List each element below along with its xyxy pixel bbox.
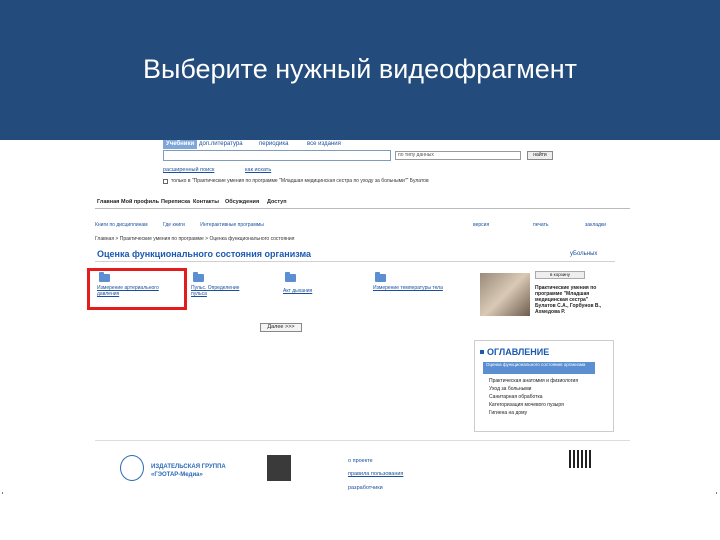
bookmarks-link[interactable]: закладки [585,222,606,228]
geotar-logo-icon [120,455,144,481]
breadcrumb: Главная > Практические умения по програм… [95,236,295,242]
highlight-box [87,268,187,310]
partner-logo-icon [267,455,291,481]
next-button[interactable]: Далее >>> [260,323,302,332]
website-screenshot: Учебники доп.литература периодика все из… [87,140,630,505]
about-link[interactable]: о проекте [348,458,373,464]
version-link[interactable]: версия [473,222,489,228]
add-to-cart-button[interactable]: в корзину [535,271,585,279]
title-divider [95,261,615,262]
toc-item[interactable]: Практическая анатомия и физиология [489,378,609,384]
toc-item[interactable]: Гигиена на дому [489,410,609,416]
slide-banner: Выберите нужный видеофрагмент [0,0,720,140]
toc-item[interactable]: Категоризация мочевого пузыря [489,402,609,408]
publisher-line1: ИЗДАТЕЛЬСКАЯ ГРУППА [151,464,226,470]
sub-nav-where[interactable]: Где книги [163,222,185,228]
book-description: Практические умения по программе "Младша… [535,285,602,315]
footer-divider [95,440,630,441]
publisher-line2: «ГЭОТАР-Медиа» [151,472,203,478]
fragment-temperature[interactable]: Измерение температуры тела [373,285,453,291]
main-nav: Главная Мой профиль Переписка Контакты О… [95,198,630,209]
how-to-search-link[interactable]: как искать [245,167,271,173]
toc-active-item[interactable]: Оценка функционального состояния организ… [483,362,595,374]
nav-profile[interactable]: Мой профиль [121,199,159,205]
toc-bullet-icon [480,350,484,354]
advanced-search-link[interactable]: расширенный поиск [163,167,214,173]
tab-periodicals[interactable]: периодика [259,140,288,149]
nav-contacts[interactable]: Контакты [193,199,219,205]
nav-discussions[interactable]: Обсуждения [225,199,259,205]
folder-icon [193,272,204,282]
sub-nav-interactive[interactable]: Интерактивные программы [200,222,264,228]
tab-extra-literature[interactable]: доп.литература [199,140,243,149]
book-cover-image [480,273,530,316]
toc-item[interactable]: Санитарная обработка [489,394,609,400]
edge-mark [2,492,3,494]
search-type-select[interactable]: по типу данных [395,151,521,160]
nav-home[interactable]: Главная [97,199,119,205]
rules-link[interactable]: правила пользования [348,471,403,477]
slide-title: Выберите нужный видеофрагмент [142,54,578,84]
edge-mark [716,492,717,494]
print-tool-link[interactable]: печать [533,222,549,228]
toc-item[interactable]: Уход за больными [489,386,609,392]
sub-nav: Книги по дисциплинам Где книги Интеракти… [95,222,264,228]
search-input[interactable] [163,150,391,161]
restrict-checkbox[interactable] [163,179,168,184]
find-button[interactable]: найти [527,151,553,160]
print-link[interactable]: уБольных [570,251,597,257]
toc-title: ОГЛАВЛЕНИЕ [487,347,550,357]
page-title: Оценка функционального состояния организ… [97,249,312,259]
publisher-name: ИЗДАТЕЛЬСКАЯ ГРУППА «ГЭОТАР-Медиа» [151,463,226,479]
qr-code-icon [569,450,591,468]
nav-access[interactable]: Доступ [267,199,287,205]
fragment-pulse[interactable]: Пульс. Определение пульса [191,285,251,297]
folder-icon [375,272,386,282]
folder-icon [285,272,296,282]
sub-nav-disciplines[interactable]: Книги по дисциплинам [95,222,148,228]
developers-link[interactable]: разработчики [348,485,383,491]
nav-messages[interactable]: Переписка [161,199,190,205]
restrict-checkbox-label: только в "Практические умения по програм… [171,178,429,184]
tab-all-editions[interactable]: все издания [307,140,341,149]
tab-textbooks[interactable]: Учебники [163,140,198,149]
fragment-breathing[interactable]: Акт дыхания [283,288,343,294]
